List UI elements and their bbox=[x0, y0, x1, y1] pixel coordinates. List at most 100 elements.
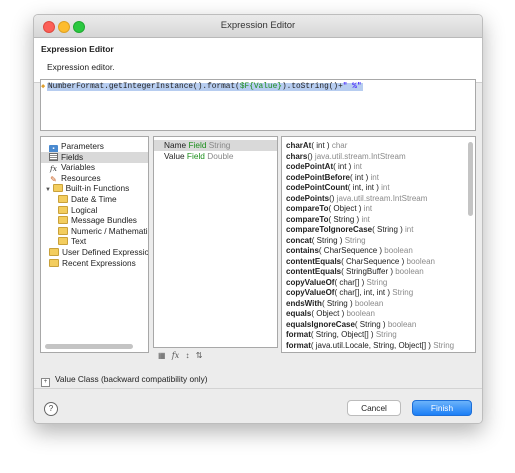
method-name: format bbox=[286, 330, 311, 339]
method-row[interactable]: codePointBefore( int ) int bbox=[286, 172, 379, 183]
header-title: Expression Editor bbox=[41, 44, 114, 54]
tree-item-label: Logical bbox=[71, 204, 98, 215]
category-tree[interactable]: ▪ Parameters Fields fx Variables ✎ Resources ▼ … bbox=[40, 136, 149, 353]
function-toolbar-icon[interactable]: fx bbox=[172, 351, 179, 360]
expand-arrow-icon[interactable]: ▼ bbox=[45, 187, 53, 193]
tree-item-label: Date & Time bbox=[71, 194, 117, 204]
tree-item[interactable]: Fields bbox=[41, 151, 148, 163]
fields-toolbar: ▦ fx ↕ ⇅ bbox=[158, 351, 206, 363]
method-name: endsWith bbox=[286, 298, 322, 308]
expression-field-ref: $F{Value} bbox=[239, 83, 282, 91]
method-row[interactable]: concat( String ) String bbox=[286, 235, 366, 246]
method-row[interactable]: copyValueOf( char[] ) String bbox=[286, 277, 387, 288]
method-args: () bbox=[329, 193, 335, 203]
warning-marker-icon: ◆ bbox=[41, 83, 46, 91]
method-return-type: boolean bbox=[406, 256, 435, 266]
method-row[interactable]: chars() java.util.stream.IntStream bbox=[286, 151, 406, 162]
method-name: compareTo bbox=[286, 214, 329, 224]
methods-list[interactable]: charAt( int ) char chars() java.util.stre… bbox=[281, 136, 476, 353]
tree-item-label: Text bbox=[71, 236, 87, 247]
tree-item-label: Recent Expressions bbox=[62, 257, 136, 268]
field-row[interactable]: Name Field String bbox=[154, 140, 277, 151]
method-return-type: int bbox=[353, 162, 363, 171]
method-row[interactable]: compareTo( Object ) int bbox=[286, 203, 372, 214]
tree-item[interactable]: Logical bbox=[41, 205, 97, 216]
method-args: ( String ) bbox=[321, 298, 353, 308]
method-name: charAt bbox=[286, 141, 312, 150]
method-row[interactable]: contains( CharSequence ) boolean bbox=[286, 245, 413, 256]
tree-item[interactable]: Date & Time bbox=[41, 194, 117, 205]
method-row[interactable]: contentEquals( StringBuffer ) boolean bbox=[286, 266, 424, 277]
method-row[interactable]: compareTo( String ) int bbox=[286, 214, 370, 225]
tree-item-label: Resources bbox=[61, 172, 101, 183]
tree-item[interactable]: Text bbox=[41, 236, 86, 247]
folder-icon bbox=[58, 237, 68, 246]
tree-scrollbar[interactable] bbox=[45, 344, 133, 349]
window-title: Expression Editor bbox=[220, 20, 296, 31]
method-name: codePointAt bbox=[286, 162, 334, 171]
value-class-row[interactable]: + Value Class (backward compatibility onl… bbox=[41, 374, 207, 387]
tree-item-label: Built-in Functions bbox=[65, 183, 130, 194]
method-return-type: int bbox=[381, 183, 390, 192]
tree-item[interactable]: Message Bundles bbox=[41, 215, 137, 226]
expression-string-literal: " %" bbox=[342, 83, 362, 91]
tree-item[interactable]: Recent Expressions bbox=[41, 258, 136, 269]
method-return-type: String bbox=[392, 288, 414, 297]
field-row[interactable]: Value Field Double bbox=[154, 151, 277, 162]
method-row[interactable]: format( String, Object[] ) String bbox=[286, 329, 397, 340]
method-row[interactable]: codePointAt( int ) int bbox=[286, 161, 362, 172]
method-args: ( String ) bbox=[311, 235, 343, 245]
fields-toolbar-icon[interactable]: ▦ bbox=[158, 351, 166, 360]
field-type: String bbox=[208, 140, 231, 150]
method-return-type: String bbox=[433, 340, 455, 350]
expression-text-area[interactable]: ◆ NumberFormat.getIntegerInstance().form… bbox=[40, 79, 476, 131]
sort-az-icon[interactable]: ↕ bbox=[186, 351, 190, 360]
folder-icon bbox=[58, 216, 68, 225]
method-name: contains bbox=[286, 246, 319, 255]
method-name: codePointCount bbox=[286, 183, 348, 192]
tree-item-label: Numeric / Mathemati bbox=[71, 225, 148, 236]
expression-editor-window: Expression Editor Expression Editor Expr… bbox=[33, 14, 483, 424]
method-return-type: char bbox=[331, 141, 348, 150]
expand-toggle-icon[interactable]: + bbox=[41, 378, 50, 387]
method-row[interactable]: equalsIgnoreCase( String ) boolean bbox=[286, 319, 416, 330]
sort-za-icon[interactable]: ⇅ bbox=[196, 351, 203, 360]
method-row[interactable]: charAt( int ) char bbox=[286, 140, 347, 151]
tree-item[interactable]: ▼ Built-in Functions bbox=[41, 183, 129, 194]
method-row[interactable]: codePoints() java.util.stream.IntStream bbox=[286, 193, 427, 204]
method-args: ( int ) bbox=[350, 172, 369, 182]
method-args: ( CharSequence ) bbox=[341, 256, 405, 266]
method-return-type: int bbox=[370, 172, 379, 182]
expression-prefix: NumberFormat.getIntegerInstance().format… bbox=[48, 83, 240, 91]
tree-item[interactable]: fx Variables bbox=[41, 162, 95, 173]
finish-button[interactable]: Finish bbox=[412, 400, 472, 416]
tree-item[interactable]: Numeric / Mathemati bbox=[41, 226, 148, 237]
method-row[interactable]: equals( Object ) boolean bbox=[286, 308, 375, 319]
method-return-type: String bbox=[344, 235, 366, 245]
method-return-type: boolean bbox=[395, 267, 424, 276]
method-row[interactable]: codePointCount( int, int ) int bbox=[286, 182, 390, 193]
method-row[interactable]: copyValueOf( char[], int, int ) String bbox=[286, 287, 413, 298]
tree-item[interactable]: ▪ Parameters bbox=[41, 141, 104, 153]
methods-scrollbar[interactable] bbox=[468, 142, 473, 216]
help-button[interactable]: ? bbox=[44, 402, 58, 416]
method-name: copyValueOf bbox=[286, 288, 335, 297]
method-name: compareToIgnoreCase bbox=[286, 225, 373, 234]
method-name: contentEquals bbox=[286, 256, 342, 266]
method-return-type: int bbox=[405, 225, 414, 234]
field-type: Double bbox=[207, 151, 234, 161]
field-name: Name bbox=[164, 140, 187, 150]
tree-item[interactable]: ✎ Resources bbox=[41, 173, 101, 184]
tree-item[interactable]: User Defined Expressio bbox=[41, 247, 148, 258]
method-row[interactable]: format( java.util.Locale, String, Object… bbox=[286, 340, 454, 351]
fields-list[interactable]: Name Field String Value Field Double bbox=[153, 136, 278, 348]
method-row[interactable]: compareToIgnoreCase( String ) int bbox=[286, 224, 413, 235]
method-row[interactable]: contentEquals( CharSequence ) boolean bbox=[286, 256, 435, 267]
cancel-button[interactable]: Cancel bbox=[347, 400, 401, 416]
expression-line[interactable]: NumberFormat.getIntegerInstance().format… bbox=[47, 83, 363, 91]
method-return-type: boolean bbox=[384, 246, 413, 255]
title-bar[interactable]: Expression Editor bbox=[34, 15, 482, 38]
method-row[interactable]: endsWith( String ) boolean bbox=[286, 298, 383, 309]
method-return-type: boolean bbox=[387, 319, 417, 329]
method-args: ( java.util.Locale, String, Object[] ) bbox=[310, 340, 431, 350]
